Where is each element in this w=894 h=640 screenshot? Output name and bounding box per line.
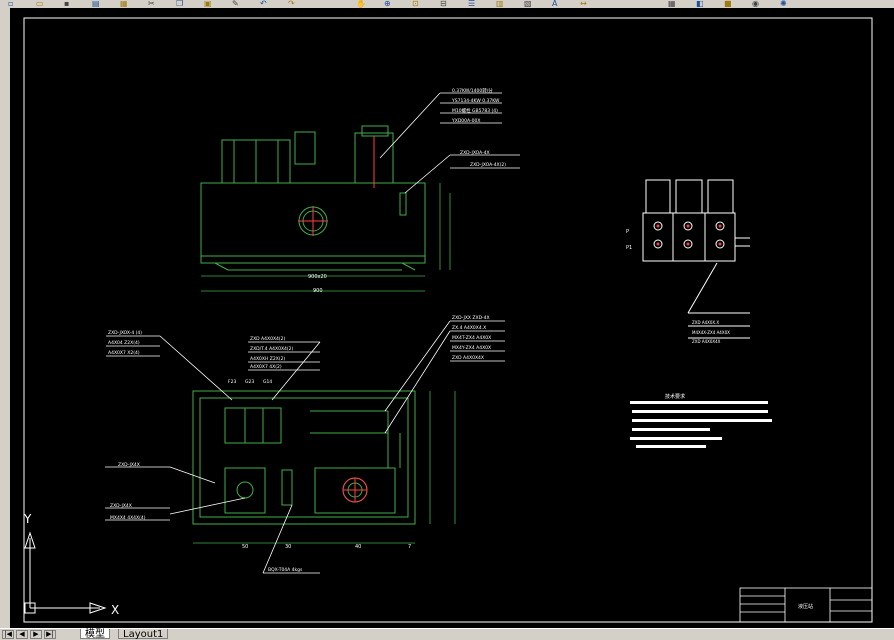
top-callout-2: M10螺栓 GB5783 (4) (452, 107, 498, 114)
top-callout-3: YXD00A-00X (451, 118, 480, 124)
undo-icon[interactable]: ↶ (260, 0, 274, 8)
top-callout-0: 0.37KW/1400转/分 (452, 87, 493, 94)
port-p1: P1 (626, 245, 632, 251)
right-plan-callout-3: MX4Y-ZX4 A4X0X (452, 345, 491, 351)
port-g23: G23 (245, 379, 254, 385)
front-dim-2: 900 (313, 288, 323, 294)
match-icon[interactable]: ✎ (232, 0, 246, 8)
preview-icon[interactable]: ▦ (120, 0, 134, 8)
mid-callout-3: A4X0X7 4X(2) (250, 364, 282, 370)
title-block-label: 液压站 (798, 603, 813, 610)
design-center-icon[interactable]: ▥ (496, 0, 510, 8)
side-view-red (656, 224, 722, 246)
front-dim-1: 900x20 (308, 274, 327, 280)
print-icon[interactable]: ▤ (92, 0, 106, 8)
plan-left-callout-0: ZXD-JX4X (110, 503, 132, 509)
sun-icon[interactable]: ✺ (780, 0, 794, 8)
zoom-window-icon[interactable]: ⊡ (412, 0, 426, 8)
port-p: P (626, 229, 629, 235)
layout-tab-bar: |◀ ◀ ▶ ▶| 模型 Layout1 (0, 628, 894, 640)
save-icon[interactable]: ▪ (64, 0, 78, 8)
ucs-x-label: X (111, 603, 119, 617)
new-icon[interactable]: ▫ (8, 0, 22, 8)
mid-callout-2: A4X0XH Z2X(2) (250, 356, 285, 362)
port-g14: G14 (263, 379, 272, 385)
plan-dim-2: 40 (355, 544, 361, 550)
lightbulb-icon[interactable]: ◉ (752, 0, 766, 8)
side-callout-1: M4X4X-ZX4 A4X0X (692, 330, 730, 335)
top-callout-1: YS7134-4KW 0.37KW (451, 98, 500, 104)
front-view (200, 125, 451, 292)
left-callout-2: A4X0X7 X2(4) (108, 350, 140, 356)
layer-icon[interactable]: ◧ (696, 0, 710, 8)
plan-dim-0: 50 (242, 544, 248, 550)
right-callout-1: ZXD-JXOA-4X(2) (470, 162, 506, 168)
plan-left-callout-1: MX4X4 4X4X(4) (110, 515, 146, 521)
sheet-border (23, 17, 873, 623)
notes-title: 技术要求 (665, 393, 685, 400)
grid-icon[interactable]: ▦ (668, 0, 682, 8)
top-callout-lines (379, 92, 520, 194)
dimension-icon[interactable]: ↔ (580, 0, 594, 8)
drawing-svg: 900x20 900 0.37KW/1400转/分 YS7134-4KW 0.3… (23, 17, 873, 623)
properties-icon[interactable]: ☰ (468, 0, 482, 8)
cut-icon[interactable]: ✂ (148, 0, 162, 8)
mid-callout-1: ZXD/T.4 A4X0X4(2) (250, 346, 294, 352)
pan-icon[interactable]: ✋ (356, 0, 370, 8)
notes-block (630, 401, 772, 448)
zoom-previous-icon[interactable]: ⊟ (440, 0, 454, 8)
text-icon[interactable]: A (552, 0, 566, 8)
ucs-y-label: Y (23, 512, 32, 526)
plan-view (192, 390, 456, 544)
drawing-canvas[interactable]: 900x20 900 0.37KW/1400转/分 YS7134-4KW 0.3… (10, 8, 894, 628)
open-icon[interactable]: ▭ (36, 0, 50, 8)
right-plan-callout-4: ZXD A4X0X4X (452, 355, 484, 361)
mid-callout-0: ZXD A4X0X4(2) (250, 336, 286, 342)
plan-dim-1: 30 (285, 544, 291, 550)
right-plan-callout-0: ZXD-JXX ZXD-4X (452, 315, 490, 321)
left-callout-0: ZXD-JXOX-4 (4) (108, 330, 142, 336)
side-callout-0: ZXD A4X0X.X (692, 320, 719, 325)
right-plan-callout-1: ZX.4 A4X0X4.X (452, 325, 486, 331)
left-callout-1: A4X04 Z2X(4) (108, 340, 140, 346)
zoom-realtime-icon[interactable]: ⊕ (384, 0, 398, 8)
paste-icon[interactable]: ▣ (204, 0, 218, 8)
right-callout-0: ZXD-JXOA-4X (460, 150, 490, 156)
ucs-icon (24, 531, 107, 614)
plan-left-label: ZXD-JX4X (118, 462, 140, 468)
plan-bottom-label: BQX-T04A 4kgs (268, 567, 303, 573)
color-icon[interactable]: ■ (724, 0, 738, 8)
right-plan-callout-2: MX4T-ZX4 A4X0X (452, 335, 491, 341)
copy-icon[interactable]: ❐ (176, 0, 190, 8)
redo-icon[interactable]: ↷ (288, 0, 302, 8)
side-view (642, 179, 750, 339)
front-view-red (298, 136, 375, 236)
side-callout-2: ZXD A4X0X4X (692, 339, 721, 344)
plan-dim-3: 7 (408, 544, 411, 550)
plan-view-red (342, 477, 368, 503)
tool-palette-icon[interactable]: ▧ (524, 0, 538, 8)
port-f23: F23 (228, 379, 236, 385)
